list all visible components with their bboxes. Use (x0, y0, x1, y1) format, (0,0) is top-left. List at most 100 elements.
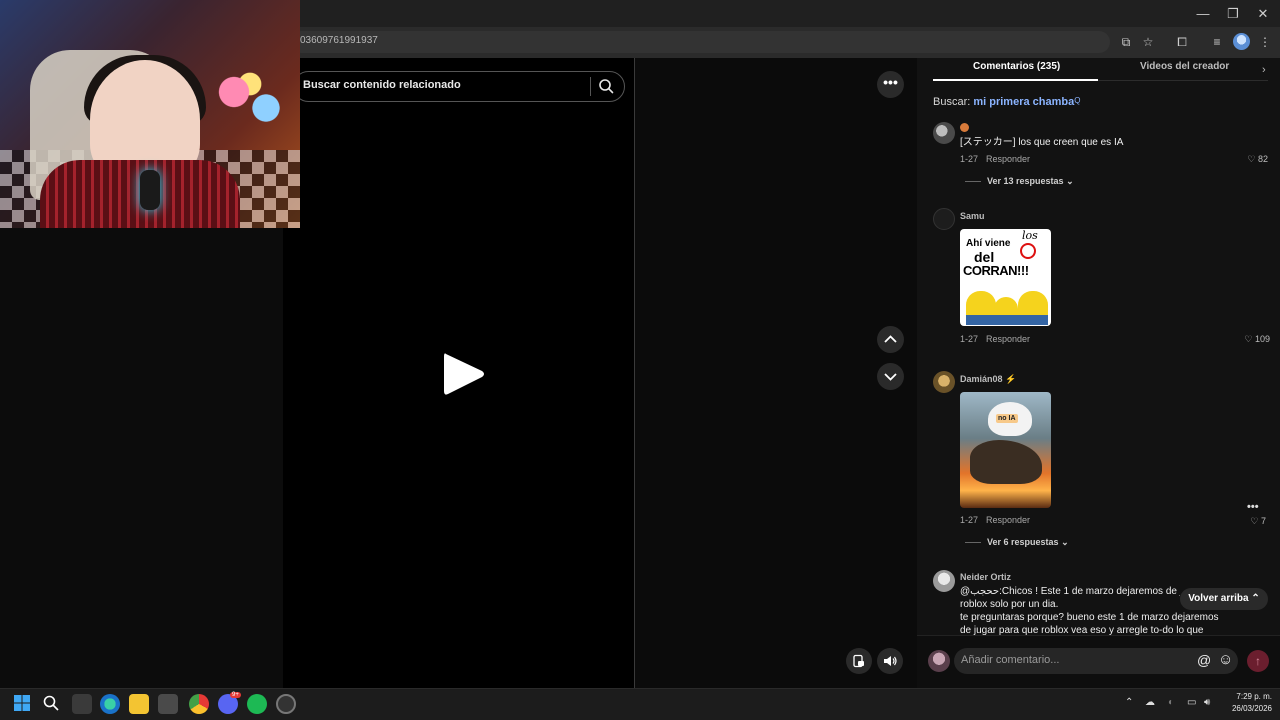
reply-button[interactable]: Responder (986, 515, 1030, 525)
replies-line (965, 542, 981, 544)
chevron-down-icon (884, 373, 897, 381)
suggested-search-sup: Q (1074, 96, 1081, 105)
comment-sticker-image[interactable]: Ahí viene los del CORRAN!!! (960, 229, 1051, 326)
comment-username[interactable]: Damián08 ⚡ (960, 374, 1016, 385)
tray-volume-icon[interactable]: 🔊︎ (1204, 697, 1210, 708)
close-button[interactable]: ✕ (1248, 0, 1278, 27)
lightning-badge-icon: ⚡ (1005, 374, 1017, 384)
play-icon[interactable] (440, 350, 486, 398)
discord-badge: 9+ (230, 692, 241, 698)
tray-network-icon[interactable]: ▭ (1187, 697, 1196, 708)
webcam-microphone (140, 170, 160, 210)
speaker-icon (884, 656, 897, 666)
tab-creator-videos[interactable]: Videos del creador (1140, 61, 1229, 72)
taskbar-clock-date[interactable]: 26/03/2026 (1226, 704, 1272, 713)
minion-overalls (966, 315, 1048, 325)
edge-icon[interactable] (100, 694, 120, 714)
url-text[interactable]: 03609761991937 (300, 35, 378, 46)
tray-chevron-up-icon[interactable]: ⌃ (1125, 697, 1133, 708)
spotify-icon[interactable] (247, 694, 267, 714)
windows-start-icon[interactable] (12, 694, 32, 714)
webcam-overlay (0, 0, 300, 228)
pip-icon (853, 654, 864, 668)
reply-button[interactable]: Responder (986, 334, 1030, 344)
comment-date: 1-27 (960, 334, 979, 344)
webcam-plush-toys (210, 60, 290, 140)
back-to-top-label: Volver arriba (1188, 593, 1249, 604)
tray-cloud-icon[interactable]: ☁ (1145, 697, 1155, 708)
comment-meta: 1-27 Responder (960, 154, 1030, 164)
comment-date: 1-27 (960, 154, 979, 164)
comment-line: te preguntaras porque? bueno este 1 de m… (960, 612, 1219, 623)
comment-meta: 1-27 Responder (960, 515, 1030, 525)
comment-meta: 1-27 Responder (960, 334, 1030, 344)
obs-icon[interactable] (276, 694, 296, 714)
dinosaur-figure (970, 440, 1042, 484)
volume-button[interactable] (877, 648, 903, 674)
bookmark-star-icon[interactable]: ☆ (1139, 33, 1157, 51)
like-count: 82 (1257, 154, 1268, 164)
comment-username[interactable]: Neider Ortiz (960, 572, 1011, 582)
picture-in-picture-button[interactable] (846, 648, 872, 674)
like-count: 109 (1254, 334, 1270, 344)
avatar[interactable] (933, 570, 955, 592)
task-view-icon[interactable] (72, 694, 92, 714)
view-replies-button[interactable]: Ver 13 respuestas ⌄ (965, 176, 1074, 187)
avatar[interactable] (933, 371, 955, 393)
address-bar[interactable] (290, 31, 1110, 53)
back-to-top-button[interactable]: Volver arriba ⌃ (1180, 588, 1268, 610)
taskbar-clock-time[interactable]: 7:29 p. m. (1226, 692, 1272, 701)
comment-sticker-image[interactable]: no IA (960, 392, 1051, 508)
view-replies-button[interactable]: Ver 6 respuestas ⌄ (965, 537, 1069, 548)
restore-button[interactable]: ❐ (1218, 0, 1248, 27)
next-video-button[interactable] (877, 363, 904, 390)
suggested-search-keyword[interactable]: mi primera chamba (973, 96, 1074, 108)
extensions-icon[interactable]: ⧠ (1173, 33, 1191, 51)
file-explorer-icon[interactable] (129, 694, 149, 714)
previous-video-button[interactable] (877, 326, 904, 353)
chrome-icon[interactable] (189, 694, 209, 714)
profile-avatar[interactable] (1233, 33, 1250, 50)
like-button[interactable]: ♡ 7 (1240, 516, 1266, 527)
tray-mic-icon[interactable]: ◐ (1168, 697, 1174, 708)
suggested-search-prefix: Buscar: (933, 96, 971, 108)
sticker-text: CORRAN!!! (963, 263, 1029, 278)
search-separator (590, 77, 591, 96)
avatar[interactable] (933, 208, 955, 230)
tab-comments[interactable]: Comentarios (235) (973, 61, 1060, 72)
related-search-placeholder: Buscar contenido relacionado (303, 79, 461, 91)
emoji-icon[interactable]: ☺ (1218, 651, 1233, 668)
active-tab-indicator (933, 79, 1098, 81)
sticker-text: no IA (996, 414, 1018, 423)
chevron-up-icon (884, 335, 897, 343)
media-control-icon[interactable]: ≡ (1208, 33, 1226, 51)
mention-icon[interactable]: @ (1197, 652, 1211, 668)
like-button[interactable]: ♡ 109 (1226, 334, 1270, 345)
suggested-search[interactable]: Buscar: mi primera chambaQ (933, 96, 1080, 108)
minimize-button[interactable]: — (1188, 0, 1218, 27)
browser-menu-icon[interactable]: ⋮ (1256, 33, 1274, 51)
comment-username[interactable]: Samu (960, 211, 985, 221)
badge-icon (960, 123, 969, 132)
more-options-button[interactable]: ••• (877, 71, 904, 98)
taskbar-search-icon[interactable] (41, 694, 61, 714)
view-replies-label: Ver 6 respuestas (987, 537, 1059, 547)
sticker-text: los (1022, 229, 1038, 242)
comment-line: @ححجب:Chicos ! Este 1 de marzo dejaremos… (960, 586, 1180, 597)
search-icon[interactable] (598, 78, 614, 94)
replies-line (965, 181, 981, 183)
video-side-pane (635, 58, 917, 688)
send-button[interactable]: ↑ (1247, 650, 1269, 672)
store-icon[interactable] (158, 694, 178, 714)
comment-date: 1-27 (960, 515, 979, 525)
comment-input-placeholder: Añadir comentario... (961, 654, 1060, 666)
tabs-next-icon[interactable]: › (1262, 64, 1266, 76)
install-app-icon[interactable]: ⧉ (1117, 33, 1135, 51)
avatar (928, 650, 950, 672)
no-sign-icon (1020, 243, 1036, 259)
avatar[interactable] (933, 122, 955, 144)
reply-button[interactable]: Responder (986, 154, 1030, 164)
like-button[interactable]: ♡ 82 (1232, 154, 1268, 165)
comment-more-icon[interactable]: ••• (1247, 501, 1259, 513)
like-count: 7 (1260, 516, 1266, 526)
